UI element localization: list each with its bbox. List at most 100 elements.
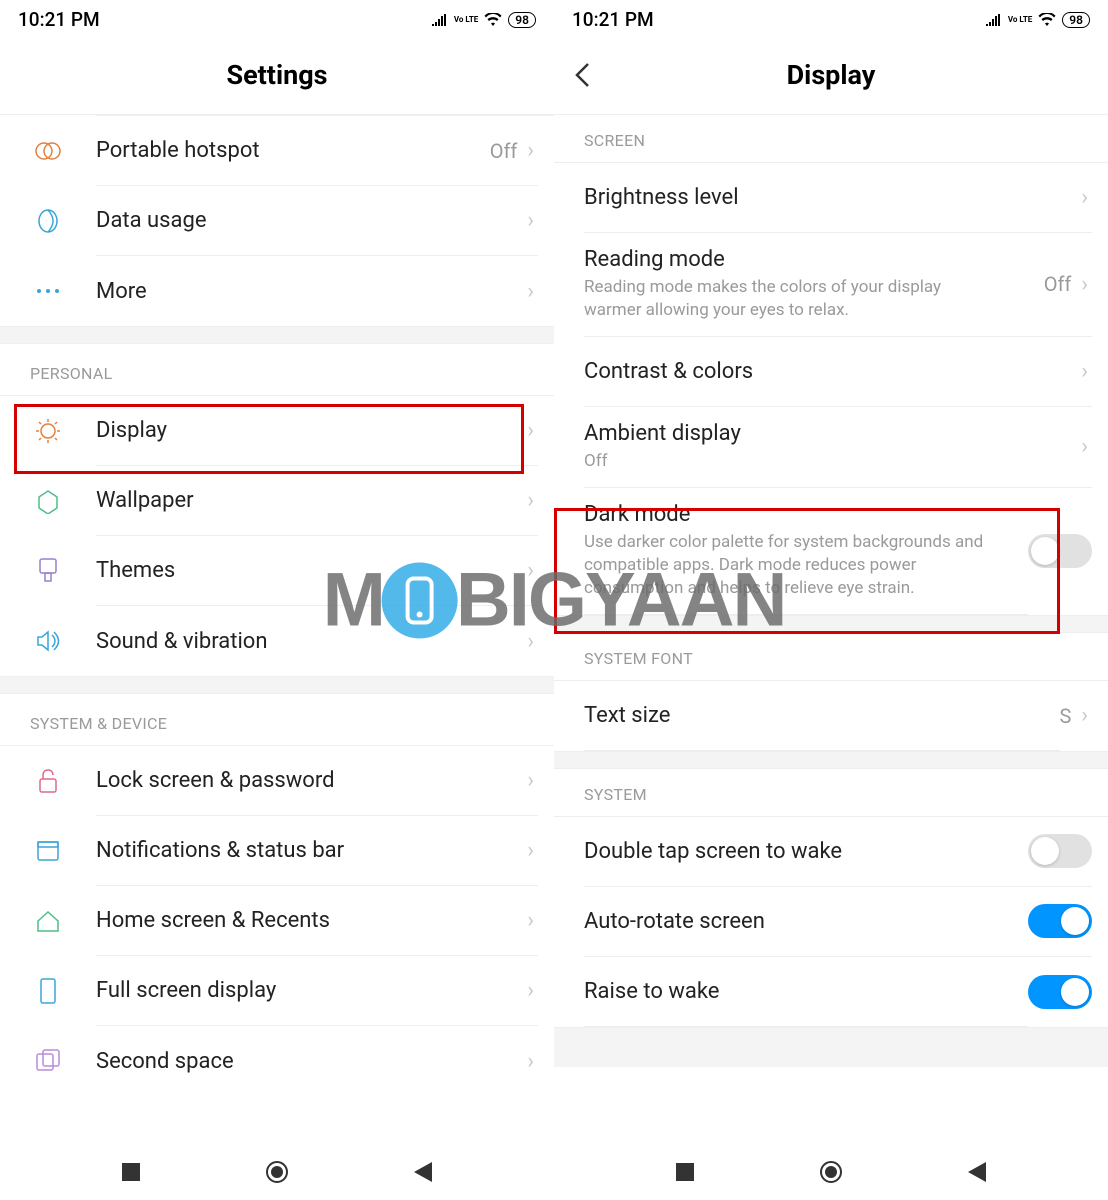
battery-icon: 98 (1062, 12, 1090, 28)
row-sound-vibration[interactable]: Sound & vibration › (0, 606, 554, 676)
page-title: Display (787, 59, 876, 91)
row-more[interactable]: More › (0, 256, 554, 326)
row-double-tap[interactable]: Double tap screen to wake (554, 817, 1108, 887)
row-label: Home screen & Recents (96, 908, 527, 933)
row-lock-screen[interactable]: Lock screen & password › (0, 746, 554, 816)
row-display[interactable]: Display › (0, 396, 554, 466)
status-bar: 10:21 PM Vo LTE 98 (554, 0, 1108, 35)
row-subtitle: Use darker color palette for system back… (584, 531, 984, 600)
second-space-icon (30, 1043, 66, 1079)
nav-recent-icon[interactable] (676, 1163, 694, 1181)
row-full-screen[interactable]: Full screen display › (0, 956, 554, 1026)
signal-icon (432, 14, 448, 26)
row-auto-rotate[interactable]: Auto-rotate screen (554, 887, 1108, 957)
page-title: Settings (226, 59, 327, 91)
header: Display (554, 35, 1108, 115)
row-notifications[interactable]: Notifications & status bar › (0, 816, 554, 886)
notifications-icon (30, 833, 66, 869)
chevron-right-icon: › (527, 488, 538, 513)
wallpaper-icon (30, 483, 66, 519)
navigation-bar (554, 1144, 1108, 1200)
chevron-right-icon: › (527, 279, 538, 304)
row-label: Themes (96, 558, 527, 583)
row-themes[interactable]: Themes › (0, 536, 554, 606)
home-icon (30, 903, 66, 939)
sound-icon (30, 623, 66, 659)
row-label: Sound & vibration (96, 629, 527, 654)
more-icon (30, 273, 66, 309)
wifi-icon (484, 13, 502, 27)
row-dark-mode[interactable]: Dark mode Use darker color palette for s… (554, 488, 1108, 615)
chevron-right-icon: › (527, 629, 538, 654)
nav-recent-icon[interactable] (122, 1163, 140, 1181)
status-icons: Vo LTE 98 (432, 12, 536, 28)
row-label: Raise to wake (584, 979, 1028, 1004)
row-raise-wake[interactable]: Raise to wake (554, 957, 1108, 1027)
row-contrast[interactable]: Contrast & colors › (554, 337, 1108, 407)
nav-home-icon[interactable] (265, 1160, 289, 1184)
row-label: Notifications & status bar (96, 838, 527, 863)
raise-wake-toggle[interactable] (1028, 975, 1092, 1009)
status-icons: Vo LTE 98 (986, 12, 1090, 28)
row-label: Reading mode (584, 247, 1044, 272)
row-label: Contrast & colors (584, 359, 1081, 384)
row-label: Lock screen & password (96, 768, 527, 793)
row-label: Ambient display (584, 421, 1081, 446)
chevron-right-icon: › (527, 838, 538, 863)
row-second-space[interactable]: Second space › (0, 1026, 554, 1096)
row-label: Full screen display (96, 978, 527, 1003)
row-subtitle: Off (584, 450, 984, 473)
double-tap-toggle[interactable] (1028, 834, 1092, 868)
row-label: Dark mode (584, 502, 1028, 527)
status-time: 10:21 PM (18, 8, 100, 31)
row-label: Display (96, 418, 527, 443)
row-data-usage[interactable]: Data usage › (0, 186, 554, 256)
fullscreen-icon (30, 973, 66, 1009)
section-screen: SCREEN (554, 115, 1108, 163)
row-home-recents[interactable]: Home screen & Recents › (0, 886, 554, 956)
back-button[interactable] (574, 62, 590, 88)
row-brightness[interactable]: Brightness level › (554, 163, 1108, 233)
nav-back-icon[interactable] (968, 1162, 986, 1182)
row-portable-hotspot[interactable]: Portable hotspot Off› (0, 116, 554, 186)
display-list[interactable]: SCREEN Brightness level › Reading mode R… (554, 115, 1108, 1144)
section-system-font: SYSTEM FONT (554, 633, 1108, 681)
row-label: More (96, 279, 527, 304)
chevron-right-icon: › (527, 208, 538, 233)
chevron-right-icon: › (527, 418, 538, 443)
row-value: Off (1044, 272, 1072, 296)
phone-display: 10:21 PM Vo LTE 98 Display SCREEN Bright… (554, 0, 1108, 1200)
chevron-right-icon: › (527, 908, 538, 933)
chevron-right-icon: › (1081, 185, 1092, 210)
hotspot-icon (30, 133, 66, 169)
row-reading-mode[interactable]: Reading mode Reading mode makes the colo… (554, 233, 1108, 337)
section-system: SYSTEM (554, 769, 1108, 817)
row-value: Off (490, 139, 518, 163)
row-wallpaper[interactable]: Wallpaper › (0, 466, 554, 536)
section-personal: PERSONAL (0, 344, 554, 396)
section-system-device: SYSTEM & DEVICE (0, 694, 554, 746)
chevron-right-icon: › (1081, 359, 1092, 384)
settings-list[interactable]: Portable hotspot Off› Data usage › More … (0, 115, 554, 1144)
row-text-size[interactable]: Text size S› (554, 681, 1108, 751)
status-time: 10:21 PM (572, 8, 654, 31)
themes-icon (30, 553, 66, 589)
nav-back-icon[interactable] (414, 1162, 432, 1182)
navigation-bar (0, 1144, 554, 1200)
phone-settings: 10:21 PM Vo LTE 98 Settings Portable hot… (0, 0, 554, 1200)
auto-rotate-toggle[interactable] (1028, 904, 1092, 938)
chevron-right-icon: › (527, 768, 538, 793)
dark-mode-toggle[interactable] (1028, 534, 1092, 568)
row-label: Auto-rotate screen (584, 909, 1028, 934)
wifi-icon (1038, 13, 1056, 27)
chevron-right-icon: › (1081, 272, 1092, 297)
chevron-right-icon: › (527, 978, 538, 1003)
data-usage-icon (30, 203, 66, 239)
lock-icon (30, 763, 66, 799)
nav-home-icon[interactable] (819, 1160, 843, 1184)
display-icon (30, 413, 66, 449)
battery-icon: 98 (508, 12, 536, 28)
row-ambient[interactable]: Ambient display Off › (554, 407, 1108, 488)
row-label: Portable hotspot (96, 138, 490, 163)
volte-icon: Vo LTE (1008, 16, 1032, 23)
